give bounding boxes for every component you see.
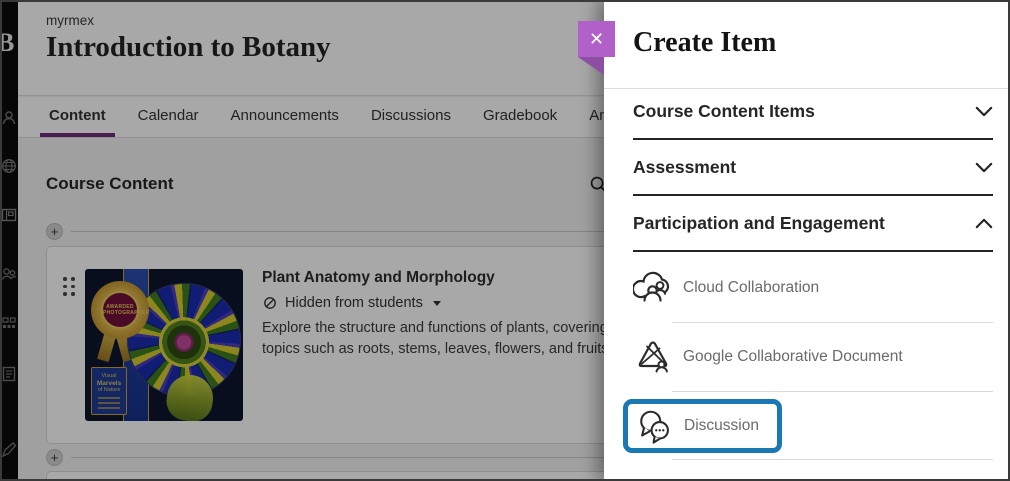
panel-title: Create Item [633, 27, 993, 59]
close-button[interactable]: ✕ [578, 21, 615, 57]
item-google-collaborative-document[interactable]: Google Collaborative Document [633, 323, 993, 391]
section-participation-engagement[interactable]: Participation and Engagement [633, 196, 993, 252]
google-collaborative-document-icon [633, 337, 673, 377]
section-assessment[interactable]: Assessment [633, 140, 993, 196]
cloud-collaboration-icon [633, 268, 673, 308]
discussion-icon [636, 407, 674, 445]
chevron-down-icon [975, 106, 993, 117]
item-label: Cloud Collaboration [683, 279, 819, 297]
section-label: Participation and Engagement [633, 213, 885, 234]
item-discussion[interactable]: Discussion [633, 395, 993, 457]
close-icon: ✕ [589, 29, 604, 49]
item-list: Cloud Collaboration Google Collaborative… [633, 252, 993, 460]
item-divider [672, 459, 993, 460]
item-cloud-collaboration[interactable]: Cloud Collaboration [633, 254, 993, 322]
item-label: Google Collaborative Document [683, 348, 903, 366]
chevron-up-icon [975, 218, 993, 229]
panel-divider [604, 88, 1010, 89]
screenshot-root: B myrmex Introduction to Botany Content … [0, 0, 1010, 481]
section-label: Assessment [633, 157, 736, 178]
create-item-panel: ✕ Create Item Course Content Items Asses… [604, 0, 1010, 481]
accordion-sections: Course Content Items Assessment Particip… [633, 89, 993, 252]
section-label: Course Content Items [633, 101, 815, 122]
section-course-content-items[interactable]: Course Content Items [633, 89, 993, 140]
item-label: Discussion [684, 417, 759, 435]
item-divider [672, 391, 993, 392]
chevron-down-icon [975, 162, 993, 173]
discussion-highlight-box[interactable]: Discussion [623, 399, 782, 453]
